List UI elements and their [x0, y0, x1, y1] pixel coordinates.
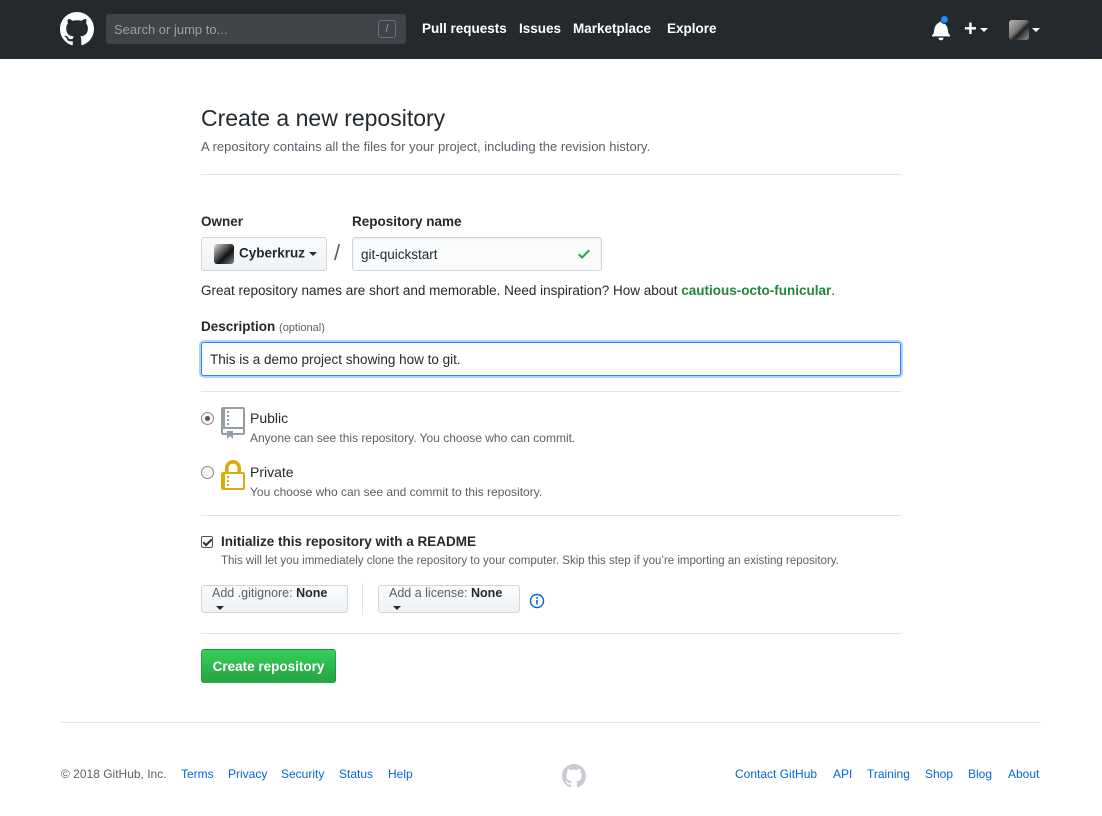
- description-label: Description (optional): [201, 319, 325, 334]
- repo-name-label: Repository name: [352, 214, 462, 229]
- repo-icon: [221, 407, 245, 439]
- divider: [201, 174, 901, 175]
- owner-select-button[interactable]: Cyberkruz: [201, 237, 327, 271]
- footer-divider: [61, 722, 1041, 723]
- optional-tag: (optional): [279, 322, 325, 334]
- license-label: Add a license:: [389, 586, 468, 600]
- footer-link-shop[interactable]: Shop: [925, 767, 953, 781]
- nav-explore[interactable]: Explore: [667, 21, 717, 36]
- top-navbar: / Pull requests Issues Marketplace Explo…: [0, 0, 1102, 59]
- private-radio[interactable]: [201, 466, 214, 479]
- footer-link-api[interactable]: API: [833, 767, 852, 781]
- description-input[interactable]: [201, 342, 901, 376]
- create-new-menu[interactable]: +: [964, 18, 988, 40]
- gitignore-value: None: [296, 586, 328, 600]
- select-divider: [362, 583, 363, 615]
- owner-value: Cyberkruz: [239, 245, 306, 261]
- divider: [201, 391, 901, 392]
- hint-text: Great repository names are short and mem…: [201, 283, 682, 298]
- nav-pull-requests[interactable]: Pull requests: [422, 21, 507, 36]
- license-value: None: [471, 586, 503, 600]
- gitignore-select-button[interactable]: Add .gitignore: None: [201, 585, 348, 613]
- chevron-down-icon: [979, 28, 988, 33]
- search-input[interactable]: [106, 14, 376, 44]
- suggested-name-link[interactable]: cautious-octo-funicular: [681, 283, 831, 298]
- private-description: You choose who can see and commit to thi…: [250, 485, 543, 499]
- init-readme-label: Initialize this repository with a README: [221, 534, 477, 549]
- public-radio[interactable]: [201, 412, 214, 425]
- chevron-down-icon: [393, 605, 401, 610]
- license-select-button[interactable]: Add a license: None: [378, 585, 520, 613]
- footer-link-contact[interactable]: Contact GitHub: [735, 767, 817, 781]
- gitignore-label: Add .gitignore:: [212, 586, 293, 600]
- public-description: Anyone can see this repository. You choo…: [250, 431, 576, 445]
- footer-link-training[interactable]: Training: [867, 767, 910, 781]
- owner-label: Owner: [201, 214, 244, 229]
- chevron-down-icon: [1032, 28, 1040, 32]
- description-label-text: Description: [201, 319, 276, 334]
- search-shortcut-key: /: [378, 20, 396, 38]
- owner-avatar: [214, 244, 234, 264]
- page-title: Create a new repository: [201, 105, 446, 131]
- owner-repo-separator: /: [334, 240, 341, 265]
- hint-suffix: .: [831, 283, 836, 298]
- init-readme-description: This will let you immediately clone the …: [221, 555, 839, 567]
- chevron-down-icon: [309, 252, 318, 256]
- footer-link-about[interactable]: About: [1008, 767, 1039, 781]
- footer-link-privacy[interactable]: Privacy: [228, 767, 267, 781]
- footer-copyright: © 2018 GitHub, Inc.: [61, 767, 167, 781]
- nav-issues[interactable]: Issues: [519, 21, 561, 36]
- public-title: Public: [250, 410, 289, 426]
- search-box: [106, 14, 406, 44]
- footer-link-security[interactable]: Security: [281, 767, 324, 781]
- check-icon: [578, 249, 590, 259]
- repo-name-input[interactable]: [352, 237, 602, 271]
- github-logo-icon[interactable]: [60, 12, 94, 46]
- page-subtitle: A repository contains all the files for …: [201, 139, 651, 154]
- footer-link-help[interactable]: Help: [388, 767, 413, 781]
- user-menu[interactable]: [1009, 20, 1040, 40]
- chevron-down-icon: [216, 605, 224, 610]
- repo-name-hint: Great repository names are short and mem…: [201, 283, 835, 298]
- divider: [201, 515, 901, 516]
- info-icon[interactable]: [529, 593, 545, 609]
- lock-icon: [221, 460, 245, 490]
- footer-link-status[interactable]: Status: [339, 767, 373, 781]
- plus-icon: +: [964, 16, 977, 41]
- github-mark-icon[interactable]: [562, 764, 586, 788]
- nav-marketplace[interactable]: Marketplace: [573, 21, 651, 36]
- notification-indicator: [940, 15, 949, 24]
- divider: [201, 633, 901, 634]
- user-avatar: [1009, 20, 1029, 40]
- footer-link-blog[interactable]: Blog: [968, 767, 992, 781]
- footer-link-terms[interactable]: Terms: [181, 767, 214, 781]
- create-repository-button[interactable]: Create repository: [201, 649, 336, 683]
- private-title: Private: [250, 464, 294, 480]
- init-readme-checkbox[interactable]: [201, 536, 213, 548]
